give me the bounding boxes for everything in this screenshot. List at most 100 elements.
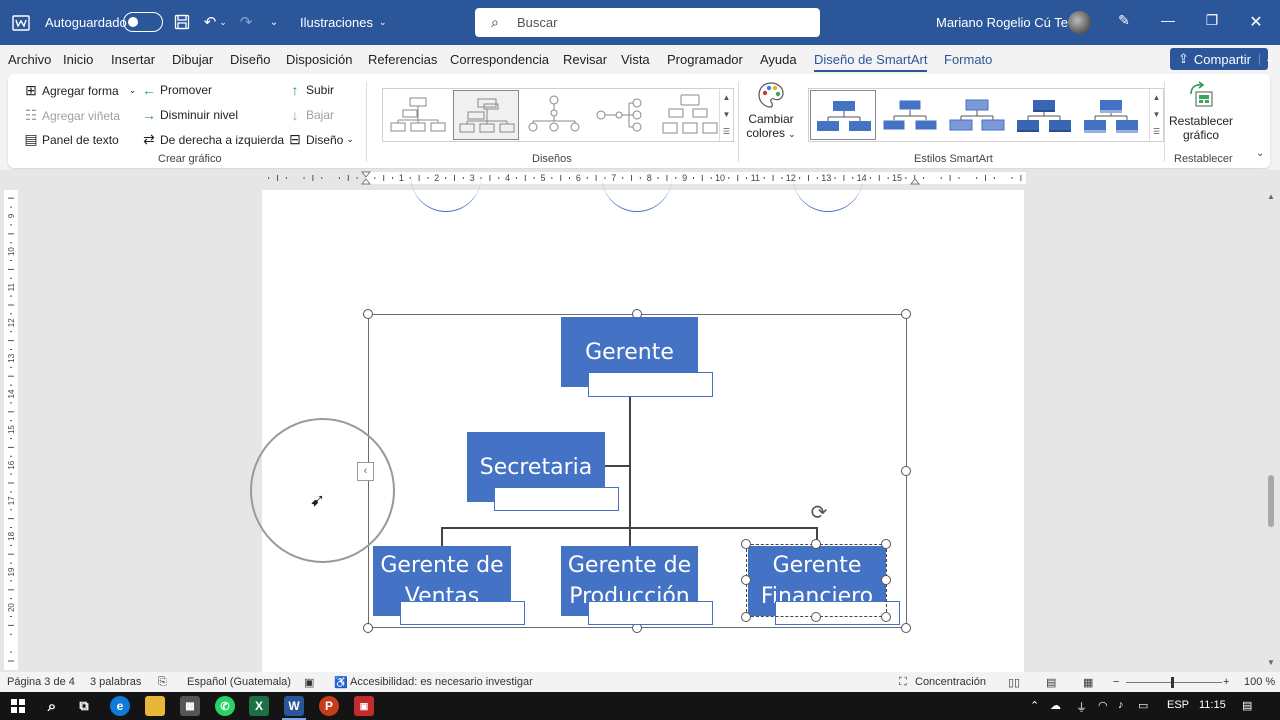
tab-programador[interactable]: Programador: [667, 52, 743, 67]
gallery-up-icon[interactable]: ▲: [1150, 89, 1163, 106]
layouts-gallery-scroll[interactable]: ▲ ▼ ☰: [719, 89, 733, 141]
style-thumb-intense-effect[interactable]: [1078, 90, 1144, 140]
tab-diseno[interactable]: Diseño: [230, 52, 270, 67]
web-layout-icon[interactable]: ▦: [1083, 676, 1093, 689]
styles-gallery-scroll[interactable]: ▲ ▼ ☰: [1149, 89, 1163, 141]
search-box[interactable]: ⌕ Buscar: [475, 8, 820, 37]
windows-start-icon[interactable]: [8, 696, 28, 716]
page-count[interactable]: Página 3 de 4: [7, 676, 75, 688]
accessibility-status[interactable]: Accesibilidad: es necesario investigar: [350, 676, 533, 688]
style-thumb-subtle-effect[interactable]: [944, 90, 1010, 140]
demote-button[interactable]: → Disminuir nivel: [140, 107, 238, 123]
tab-insertar[interactable]: Insertar: [111, 52, 155, 67]
zoom-level[interactable]: 100 %: [1244, 676, 1275, 688]
usb-icon[interactable]: ⏚: [1076, 699, 1087, 715]
document-name[interactable]: Ilustraciones ⌄: [300, 0, 387, 45]
calculator-icon[interactable]: ▦: [180, 696, 200, 716]
notifications-arrow-icon[interactable]: ⌃: [1030, 699, 1039, 712]
share-dropdown-icon[interactable]: ⌄: [1258, 53, 1273, 65]
shape-resize-handle[interactable]: [741, 539, 751, 549]
input-language[interactable]: ESP: [1167, 699, 1189, 711]
share-button[interactable]: ⇪ Compartir ⌄: [1170, 48, 1273, 70]
move-up-button[interactable]: ↑ Subir: [286, 82, 335, 98]
read-mode-icon[interactable]: ▯▯: [1008, 676, 1020, 689]
focus-mode[interactable]: Concentración: [915, 676, 986, 688]
file-explorer-icon[interactable]: [145, 696, 165, 716]
battery-icon[interactable]: ▭: [1138, 699, 1148, 712]
proofing-icon[interactable]: ⎘: [158, 676, 167, 689]
zoom-slider[interactable]: [1126, 682, 1222, 683]
save-icon[interactable]: [172, 12, 192, 32]
resize-handle[interactable]: [901, 466, 911, 476]
shape-resize-handle[interactable]: [811, 539, 821, 549]
resize-handle[interactable]: [901, 309, 911, 319]
gallery-more-icon[interactable]: ☰: [720, 123, 733, 140]
onedrive-icon[interactable]: ☁: [1050, 699, 1061, 712]
scroll-up-icon[interactable]: ▲: [1266, 192, 1276, 201]
gallery-down-icon[interactable]: ▼: [1150, 106, 1163, 123]
resize-handle[interactable]: [363, 623, 373, 633]
org-node-title-box[interactable]: [588, 372, 713, 397]
tab-dibujar[interactable]: Dibujar: [172, 52, 213, 67]
minimize-icon[interactable]: —: [1158, 12, 1178, 32]
text-pane-toggle-icon[interactable]: ‹: [357, 462, 374, 481]
vertical-scrollbar[interactable]: ▲ ▼: [1266, 190, 1276, 670]
style-thumb-simple-fill[interactable]: [810, 90, 876, 140]
org-node-title-box[interactable]: [400, 601, 525, 625]
edge-browser-icon[interactable]: e: [110, 696, 130, 716]
layout-thumb-horizontal-hierarchy[interactable]: [589, 90, 655, 140]
tab-formato[interactable]: Formato: [944, 52, 992, 67]
tab-inicio[interactable]: Inicio: [63, 52, 93, 67]
pen-icon[interactable]: ✎: [1114, 12, 1134, 32]
gallery-more-icon[interactable]: ☰: [1150, 123, 1163, 140]
layout-thumb-org-chart[interactable]: [385, 90, 451, 140]
whatsapp-icon[interactable]: ✆: [215, 696, 235, 716]
shape-resize-handle[interactable]: [741, 612, 751, 622]
rotate-handle-icon[interactable]: ⟳: [808, 502, 830, 524]
customize-toolbar-icon[interactable]: ⌄: [264, 12, 284, 32]
shape-resize-handle[interactable]: [881, 575, 891, 585]
layout-thumb-labeled-hierarchy[interactable]: [657, 90, 723, 140]
resize-handle[interactable]: [363, 309, 373, 319]
zoom-slider-thumb[interactable]: [1171, 677, 1174, 688]
promote-button[interactable]: ← Promover: [140, 82, 212, 98]
shape-resize-handle[interactable]: [881, 539, 891, 549]
presentation-app-icon[interactable]: ▣: [354, 696, 374, 716]
change-colors-button[interactable]: Cambiar colores ⌄: [746, 80, 796, 140]
add-shape-dropdown-icon[interactable]: ⌄: [129, 85, 137, 96]
tab-vista[interactable]: Vista: [621, 52, 650, 67]
tab-correspondencia[interactable]: Correspondencia: [450, 52, 549, 67]
excel-icon[interactable]: X: [249, 696, 269, 716]
shape-resize-handle[interactable]: [881, 612, 891, 622]
move-down-button[interactable]: ↓ Bajar: [286, 107, 335, 123]
restore-icon[interactable]: ❐: [1202, 12, 1222, 32]
org-node-title-box[interactable]: [494, 487, 619, 511]
avatar[interactable]: [1068, 11, 1091, 34]
right-to-left-button[interactable]: ⇄ De derecha a izquierda: [140, 131, 284, 148]
gallery-up-icon[interactable]: ▲: [720, 89, 733, 106]
gallery-down-icon[interactable]: ▼: [720, 106, 733, 123]
shape-resize-handle[interactable]: [811, 612, 821, 622]
user-name[interactable]: Mariano Rogelio Cú Tecú: [936, 0, 1082, 45]
action-center-icon[interactable]: ▤: [1242, 699, 1252, 712]
powerpoint-icon[interactable]: P: [319, 696, 339, 716]
autosave-toggle[interactable]: [123, 12, 163, 32]
word-icon[interactable]: W: [284, 696, 304, 716]
tab-disposicion[interactable]: Disposición: [286, 52, 352, 67]
tab-diseno-smartart[interactable]: Diseño de SmartArt: [814, 52, 928, 73]
collapse-ribbon-icon[interactable]: ⌄: [1256, 148, 1264, 159]
add-bullet-button[interactable]: ☷ Agregar viñeta: [22, 107, 120, 124]
org-node-title-box[interactable]: [588, 601, 713, 625]
search-icon[interactable]: ⌕: [42, 696, 62, 716]
clock-time[interactable]: 11:15: [1199, 699, 1226, 711]
wifi-icon[interactable]: ◠: [1098, 699, 1108, 712]
language[interactable]: Español (Guatemala): [187, 676, 291, 688]
redo-icon[interactable]: ↷: [236, 12, 256, 32]
reset-graphic-button[interactable]: Restablecer gráfico: [1168, 80, 1234, 142]
vertical-ruler[interactable]: 9 10 11 12 13 14 15 16 17 18 19 20: [4, 190, 18, 670]
text-pane-button[interactable]: ▤ Panel de texto: [22, 131, 118, 148]
shape-resize-handle[interactable]: [741, 575, 751, 585]
layout-button[interactable]: ⊟ Diseño ⌄: [286, 131, 354, 148]
scroll-down-icon[interactable]: ▼: [1266, 658, 1276, 667]
undo-dropdown-icon[interactable]: ⌄: [218, 12, 228, 32]
